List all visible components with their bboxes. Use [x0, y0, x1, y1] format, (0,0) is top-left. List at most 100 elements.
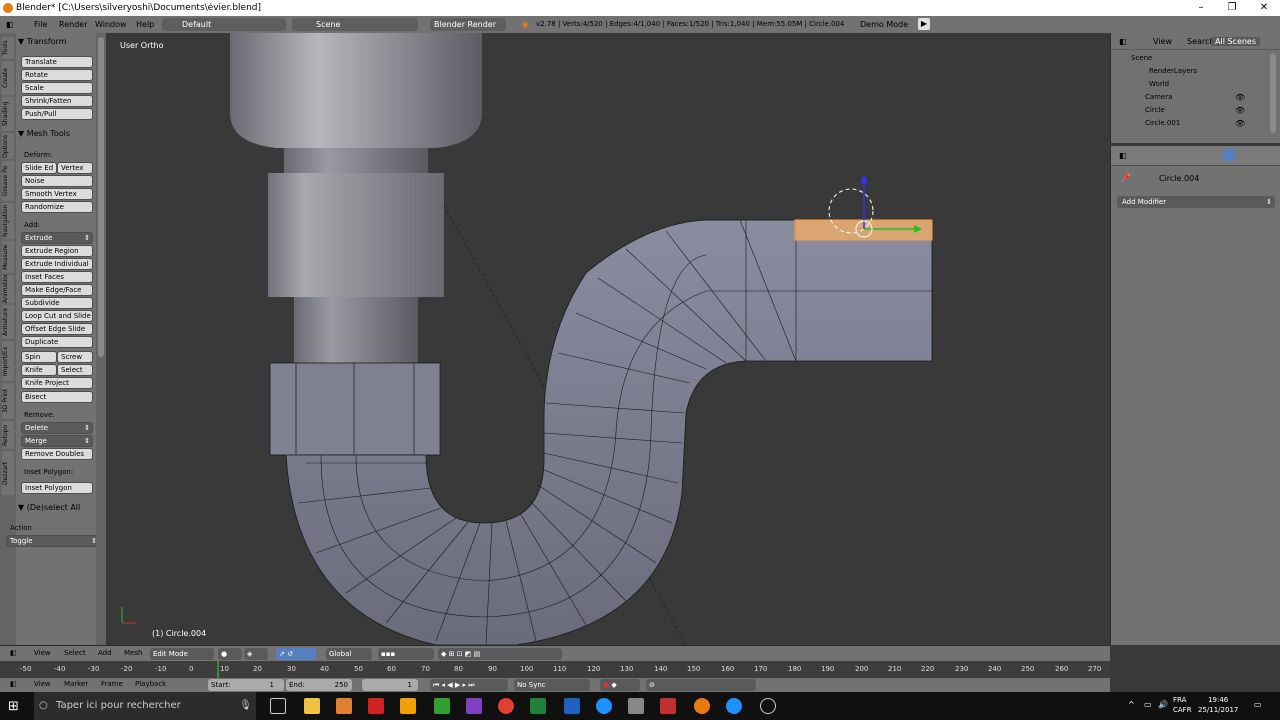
render-engine-selector[interactable]: Blender Render	[430, 18, 506, 31]
menu-help[interactable]: Help	[136, 16, 154, 33]
ie-icon[interactable]	[726, 698, 742, 714]
spin-button[interactable]: Spin	[21, 351, 57, 363]
tab-armature[interactable]: Armature	[2, 305, 14, 339]
app-icon[interactable]	[368, 698, 384, 714]
viewport-menu-select[interactable]: Select	[64, 649, 86, 657]
outliner-row-circle[interactable]: Circle	[1145, 104, 1165, 116]
volume-icon[interactable]: 🔊	[1158, 700, 1168, 709]
layer-buttons[interactable]: ▪▪▪	[378, 648, 434, 660]
keying-set-field[interactable]: ⊘	[646, 679, 756, 691]
microphone-icon[interactable]: 🎙	[239, 692, 252, 720]
outliner-display-mode[interactable]: All Scenes	[1211, 37, 1261, 46]
current-frame-field[interactable]: 1	[362, 679, 418, 691]
extrude-dropdown[interactable]: Extrude ⇕	[21, 232, 93, 244]
viewport-menu-view[interactable]: View	[34, 649, 51, 657]
outliner-row-scene[interactable]: Scene	[1131, 52, 1152, 64]
layout-selector[interactable]: Default	[162, 18, 286, 31]
inset-faces-button[interactable]: Inset Faces	[21, 271, 93, 283]
properties-editor-icon[interactable]: ◧	[1119, 151, 1127, 160]
notification-icon[interactable]: ▭	[1254, 700, 1262, 709]
playback-controls[interactable]: ⏮ ◂ ◀ ▶ ▸ ⏭	[430, 679, 508, 691]
play-icon[interactable]: ▶	[918, 18, 930, 30]
tool-shelf-scrollbar[interactable]	[96, 33, 106, 645]
tab-grease-pencil[interactable]: Grease Pe	[2, 161, 14, 201]
app-icon[interactable]	[336, 698, 352, 714]
manipulator-toggles[interactable]: ↗ ↺	[276, 648, 316, 660]
slide-vertex-button[interactable]: Vertex	[57, 162, 93, 174]
editor-type-icon[interactable]: ◧	[6, 16, 14, 33]
menu-file[interactable]: File	[34, 16, 47, 33]
viewport-shading-selector[interactable]: ●	[218, 648, 242, 660]
outliner-editor-icon[interactable]: ◧	[1119, 37, 1127, 46]
eye-icon[interactable]: 👁	[1235, 93, 1245, 102]
editor-type-icon[interactable]: ◧	[10, 649, 17, 657]
maximize-button[interactable]: ❐	[1217, 0, 1247, 16]
screw-button[interactable]: Screw	[57, 351, 93, 363]
transform-panel-header[interactable]: ▼ Transform	[18, 37, 67, 46]
outliner-scrollbar[interactable]	[1270, 53, 1276, 133]
orientation-selector[interactable]: Global	[326, 648, 372, 660]
app-icon[interactable]	[760, 698, 776, 714]
knife-button[interactable]: Knife	[21, 364, 57, 376]
taskbar-clock[interactable]: 19:46 25/11/2017	[1198, 695, 1238, 715]
app-icon[interactable]	[466, 698, 482, 714]
duplicate-button[interactable]: Duplicate	[21, 336, 93, 348]
smooth-vertex-button[interactable]: Smooth Vertex	[21, 188, 93, 200]
remove-doubles-button[interactable]: Remove Doubles	[21, 448, 93, 460]
noise-button[interactable]: Noise	[21, 175, 93, 187]
close-button[interactable]: ✕	[1249, 0, 1279, 16]
subdivide-button[interactable]: Subdivide	[21, 297, 93, 309]
end-frame-field[interactable]: End: 250	[286, 679, 352, 691]
taskbar-search[interactable]: ○ Taper ici pour rechercher 🎙	[34, 692, 256, 720]
extrude-region-button[interactable]: Extrude Region	[21, 245, 93, 257]
edge-icon[interactable]	[596, 698, 612, 714]
action-dropdown[interactable]: Toggle ⇕	[6, 535, 100, 547]
tray-chevron-icon[interactable]: ^	[1128, 700, 1135, 709]
sync-dropdown[interactable]: No Sync	[514, 679, 590, 691]
start-frame-field[interactable]: Start: 1	[208, 679, 284, 691]
tab-options[interactable]: Options	[2, 133, 14, 159]
mesh-tools-panel-header[interactable]: ▼ Mesh Tools	[18, 129, 70, 138]
task-view-icon[interactable]	[270, 698, 286, 714]
outliner-row-renderlayers[interactable]: RenderLayers	[1149, 65, 1197, 77]
editor-type-icon[interactable]: ◧	[10, 680, 17, 688]
mode-selector[interactable]: Edit Mode	[150, 648, 214, 660]
tab-create[interactable]: Create	[2, 61, 14, 95]
record-keying-controls[interactable]: ● ◆	[600, 679, 640, 691]
tab-import-export[interactable]: Import/Ex	[2, 341, 14, 381]
eye-icon[interactable]: 👁	[1235, 119, 1245, 128]
delete-dropdown[interactable]: Delete ⇕	[21, 422, 93, 434]
outliner-menu-view[interactable]: View	[1153, 37, 1172, 46]
timeline-menu-marker[interactable]: Marker	[64, 680, 88, 688]
knife-select-button[interactable]: Select	[57, 364, 93, 376]
viewport-menu-add[interactable]: Add	[98, 649, 112, 657]
chrome-icon[interactable]	[498, 698, 514, 714]
add-modifier-dropdown[interactable]: Add Modifier ⇕	[1117, 196, 1275, 208]
push-pull-button[interactable]: Push/Pull	[21, 108, 93, 120]
menu-render[interactable]: Render	[59, 16, 87, 33]
tab-tools[interactable]: Tools	[2, 37, 14, 59]
randomize-button[interactable]: Randomize	[21, 201, 93, 213]
pivot-selector[interactable]: ◈	[244, 648, 268, 660]
select-mode-buttons[interactable]: ◆ ⊞ ⊡ ◩ ▤	[438, 648, 562, 660]
app-icon[interactable]	[660, 698, 676, 714]
tab-navigation[interactable]: Navigation	[2, 203, 14, 239]
file-explorer-icon[interactable]	[304, 698, 320, 714]
scene-selector[interactable]: Scene	[292, 18, 418, 31]
loop-cut-slide-button[interactable]: Loop Cut and Slide	[21, 310, 93, 322]
pin-icon[interactable]: 📌	[1121, 173, 1131, 182]
eye-icon[interactable]: 👁	[1235, 106, 1245, 115]
timeline-menu-playback[interactable]: Playback	[135, 680, 166, 688]
slide-edge-button[interactable]: Slide Ed	[21, 162, 57, 174]
current-frame-marker[interactable]	[217, 661, 219, 678]
scale-button[interactable]: Scale	[21, 82, 93, 94]
merge-dropdown[interactable]: Merge ⇕	[21, 435, 93, 447]
minimize-button[interactable]: –	[1186, 0, 1216, 16]
bisect-button[interactable]: Bisect	[21, 391, 93, 403]
tab-3d-print[interactable]: 3D Print	[2, 383, 14, 419]
translate-button[interactable]: Translate	[21, 56, 93, 68]
timeline-menu-view[interactable]: View	[34, 680, 51, 688]
app-icon[interactable]	[564, 698, 580, 714]
blender-icon[interactable]	[694, 698, 710, 714]
inset-polygon-button[interactable]: Inset Polygon	[21, 482, 93, 494]
